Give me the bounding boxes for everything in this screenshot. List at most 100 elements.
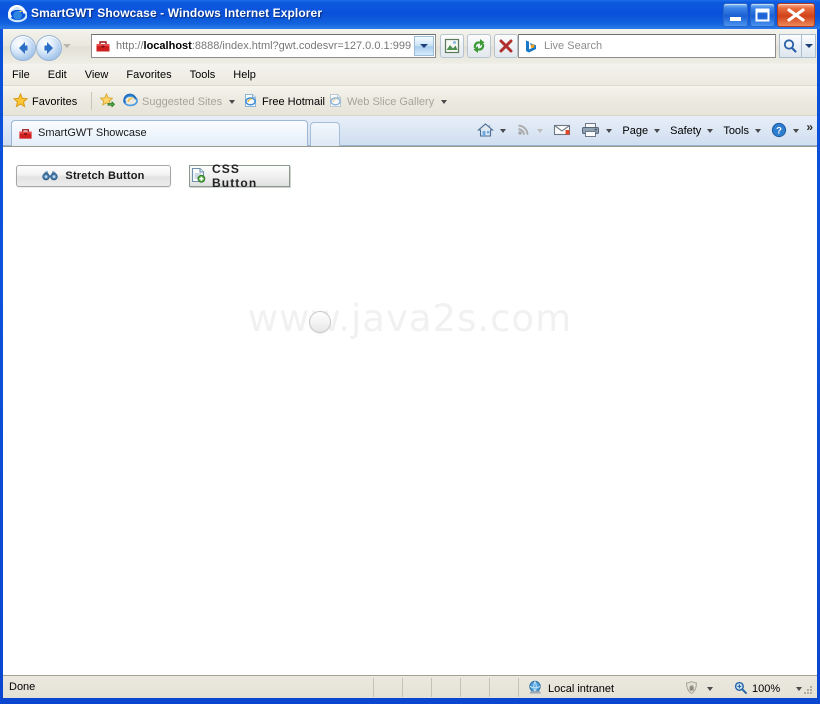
menu-item-tools[interactable]: Tools [181, 67, 225, 83]
zoom-control[interactable]: 100% [733, 680, 803, 698]
chevron-down-icon[interactable] [793, 129, 799, 133]
page-content: www.java2s.com Stretch Button CSS Button [3, 146, 817, 675]
css-button[interactable]: CSS Button [189, 162, 290, 190]
window-controls [723, 3, 815, 27]
add-favorite-icon [99, 92, 116, 111]
status-separator [489, 678, 490, 697]
add-to-favorites-button[interactable] [99, 92, 116, 111]
svg-text:?: ? [776, 125, 782, 136]
page-menu-button[interactable]: Page [617, 120, 665, 142]
print-button[interactable] [576, 120, 617, 142]
command-bar-overflow-icon[interactable]: » [806, 120, 813, 134]
status-separator [460, 678, 461, 697]
tab-label: SmartGWT Showcase [38, 127, 147, 139]
address-bar[interactable]: http://localhost:8888/index.html?gwt.cod… [91, 34, 436, 58]
chevron-down-icon[interactable] [537, 129, 544, 133]
recent-pages-caret-icon[interactable] [63, 44, 71, 48]
browser-window: SmartGWT Showcase - Windows Internet Exp… [0, 0, 820, 704]
favorites-item-label: Suggested Sites [142, 96, 223, 108]
chevron-down-icon [654, 129, 661, 133]
zoom-icon [733, 680, 748, 698]
page-menu-label: Page [622, 125, 649, 137]
status-separator [518, 678, 519, 697]
status-message: Done [9, 681, 36, 693]
search-dropdown-button[interactable] [801, 34, 816, 58]
shield-icon [683, 680, 700, 698]
menu-item-edit[interactable]: Edit [39, 67, 76, 83]
stretch-button-label: Stretch Button [65, 170, 145, 182]
chevron-down-icon [804, 44, 813, 48]
star-icon [12, 92, 29, 111]
chevron-down-icon[interactable] [441, 100, 448, 104]
minimize-button[interactable] [723, 3, 748, 27]
stretch-button[interactable]: Stretch Button [16, 165, 171, 187]
search-go-button[interactable] [779, 34, 801, 58]
ie-page-icon [243, 93, 258, 111]
bing-icon [523, 39, 539, 54]
chevron-down-icon [755, 129, 761, 133]
chevron-down-icon[interactable] [500, 129, 507, 133]
read-mail-button[interactable] [548, 120, 576, 142]
protected-mode-indicator[interactable] [683, 680, 713, 698]
navigation-toolbar: http://localhost:8888/index.html?gwt.cod… [3, 29, 817, 64]
feeds-button[interactable] [511, 120, 548, 142]
rss-icon [516, 122, 531, 140]
new-tab-button[interactable] [310, 122, 340, 146]
home-button[interactable] [472, 120, 511, 142]
zoom-level-label: 100% [752, 683, 781, 695]
favorites-bar: Favorites Suggested Sites Free Hotmail W… [3, 86, 817, 116]
menu-bar: File Edit View Favorites Tools Help [3, 64, 817, 86]
compatibility-view-button[interactable] [440, 34, 464, 58]
safety-menu-button[interactable]: Safety [665, 120, 718, 142]
gwt-toolbox-icon [95, 38, 111, 54]
help-icon: ? [771, 122, 787, 141]
ie-page-icon [328, 93, 343, 111]
mail-icon [553, 123, 571, 140]
favorites-label: Favorites [32, 96, 78, 108]
tools-menu-label: Tools [723, 125, 749, 137]
search-input[interactable]: Live Search [518, 34, 776, 58]
favorites-center-button[interactable]: Favorites [12, 92, 78, 111]
resize-grip[interactable] [802, 684, 814, 696]
chevron-down-icon[interactable] [606, 129, 613, 133]
back-button[interactable] [10, 35, 36, 61]
printer-icon [581, 122, 600, 141]
status-separator [402, 678, 403, 697]
search-placeholder: Live Search [544, 40, 603, 52]
favorites-item-web-slice-gallery[interactable]: Web Slice Gallery [328, 93, 448, 111]
window-title: SmartGWT Showcase - Windows Internet Exp… [31, 6, 323, 20]
round-button[interactable] [309, 311, 331, 333]
maximize-button[interactable] [750, 3, 775, 27]
internet-explorer-icon [7, 5, 28, 24]
status-bar: Done Local intranet 100% [3, 675, 817, 698]
forward-button[interactable] [36, 35, 62, 61]
menu-item-favorites[interactable]: Favorites [117, 67, 180, 83]
favorites-item-suggested-sites[interactable]: Suggested Sites [123, 93, 236, 111]
chevron-down-icon[interactable] [707, 687, 713, 691]
watermark: www.java2s.com [247, 297, 573, 340]
refresh-button[interactable] [467, 34, 491, 58]
security-zone-label: Local intranet [548, 683, 615, 695]
favorites-item-free-hotmail[interactable]: Free Hotmail [243, 93, 325, 111]
menu-item-help[interactable]: Help [224, 67, 265, 83]
status-separator [431, 678, 432, 697]
favorites-item-label: Web Slice Gallery [347, 96, 435, 108]
command-bar: Page Safety Tools ? [472, 116, 817, 146]
chevron-down-icon[interactable] [229, 100, 236, 104]
home-icon [477, 122, 495, 141]
menu-item-view[interactable]: View [76, 67, 118, 83]
menu-item-file[interactable]: File [3, 67, 39, 83]
chevron-down-icon [420, 44, 428, 48]
stop-button[interactable] [494, 34, 518, 58]
close-button[interactable] [777, 3, 815, 27]
title-bar: SmartGWT Showcase - Windows Internet Exp… [0, 0, 820, 29]
security-zone[interactable]: Local intranet [528, 680, 614, 698]
address-dropdown-button[interactable] [414, 36, 434, 56]
tools-menu-button[interactable]: Tools [718, 120, 766, 142]
tab-bar: SmartGWT Showcase Page Safety Tools ? » [3, 116, 817, 146]
tab-smartgwt-showcase[interactable]: SmartGWT Showcase [11, 120, 308, 146]
status-separator [373, 678, 374, 697]
address-text: http://localhost:8888/index.html?gwt.cod… [116, 40, 411, 52]
favorites-item-label: Free Hotmail [262, 96, 325, 108]
favorites-separator [91, 92, 92, 110]
